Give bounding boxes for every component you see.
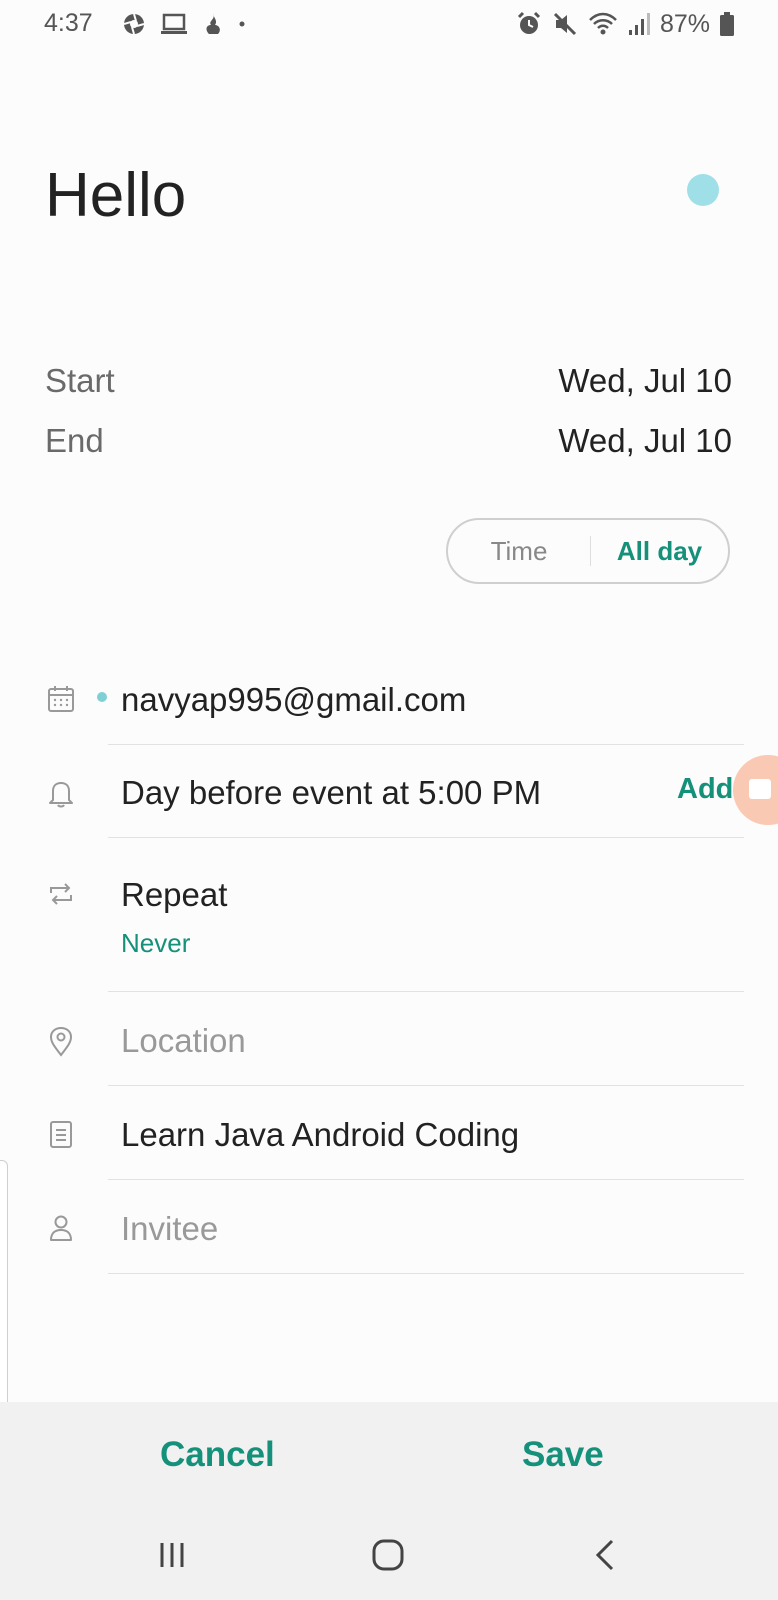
location-pin-icon <box>49 1026 73 1057</box>
fire-icon <box>206 14 220 34</box>
toggle-time[interactable]: Time <box>448 536 590 567</box>
home-icon[interactable] <box>368 1535 408 1575</box>
status-icons-right: 87% <box>516 9 734 39</box>
add-reminder-button[interactable]: Add <box>677 773 733 806</box>
calendar-color-dot <box>97 692 107 702</box>
battery-icon <box>720 12 734 36</box>
divider <box>108 1085 744 1086</box>
floating-video-button[interactable] <box>733 755 778 825</box>
cancel-button[interactable]: Cancel <box>160 1435 275 1475</box>
aperture-icon <box>123 13 145 35</box>
divider <box>108 1179 744 1180</box>
reminder-text[interactable]: Day before event at 5:00 PM <box>121 774 541 812</box>
calendar-account[interactable]: navyap995@gmail.com <box>121 681 466 719</box>
event-title[interactable]: Hello <box>45 160 186 231</box>
end-label: End <box>45 422 104 459</box>
repeat-value: Never <box>121 928 191 958</box>
status-bar: 4:37 87% <box>0 0 778 50</box>
start-label: Start <box>45 362 115 399</box>
wifi-icon <box>589 12 617 35</box>
calendar-icon <box>48 686 74 712</box>
status-icons-left <box>122 10 246 38</box>
end-date[interactable]: Wed, Jul 10 <box>558 422 732 460</box>
signal-icon <box>628 13 650 35</box>
repeat-label[interactable]: Repeat <box>121 876 227 914</box>
location-input[interactable]: Location <box>121 1022 246 1060</box>
divider <box>108 744 744 745</box>
battery-percent: 87% <box>659 9 710 38</box>
back-icon[interactable] <box>588 1535 628 1575</box>
notes-icon <box>50 1121 72 1148</box>
dot-icon <box>239 21 245 27</box>
divider <box>108 991 744 992</box>
mute-icon <box>553 12 577 36</box>
status-time: 4:37 <box>44 9 93 37</box>
toggle-all-day[interactable]: All day <box>591 536 728 567</box>
person-icon <box>50 1215 72 1241</box>
event-color-picker[interactable] <box>687 174 719 206</box>
repeat-icon <box>50 883 72 905</box>
bell-icon <box>49 782 73 808</box>
save-button[interactable]: Save <box>522 1435 604 1475</box>
alarm-icon <box>517 11 541 34</box>
time-allday-toggle: Time All day <box>446 518 730 584</box>
invitee-input[interactable]: Invitee <box>121 1210 218 1248</box>
divider <box>108 837 744 838</box>
divider <box>108 1273 744 1274</box>
laptop-icon <box>161 13 187 34</box>
recent-apps-icon[interactable] <box>152 1535 192 1575</box>
start-date[interactable]: Wed, Jul 10 <box>558 362 732 400</box>
video-camera-icon <box>749 779 771 799</box>
notes-text[interactable]: Learn Java Android Coding <box>121 1116 519 1154</box>
